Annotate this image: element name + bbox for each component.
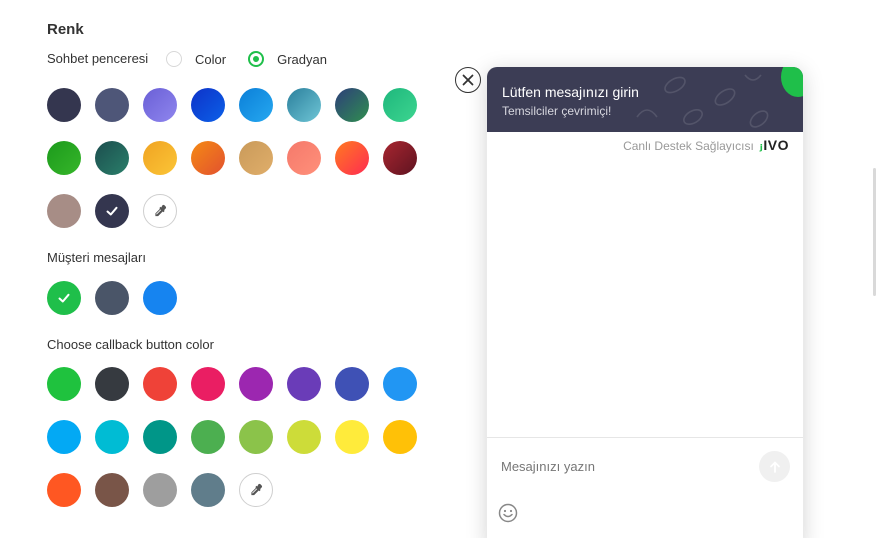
callback-button-swatch[interactable] — [191, 367, 225, 401]
chat-window-swatch[interactable] — [191, 88, 225, 122]
callback-button-swatch[interactable] — [95, 420, 129, 454]
chat-window-swatch[interactable] — [95, 88, 129, 122]
radio-gradient-circle[interactable] — [248, 51, 265, 67]
chat-widget-preview: Lütfen mesajınızı girin Temsilciler çevr… — [487, 67, 803, 538]
chat-window-swatch[interactable] — [287, 141, 321, 175]
chat-window-swatch[interactable] — [95, 141, 129, 175]
customer-messages-swatch[interactable] — [143, 281, 177, 315]
close-icon — [462, 74, 474, 86]
chat-widget-header: Lütfen mesajınızı girin Temsilciler çevr… — [487, 67, 803, 132]
callback-button-swatch[interactable] — [335, 367, 369, 401]
callback-button-swatch[interactable] — [95, 473, 129, 507]
callback-button-swatch[interactable] — [143, 473, 177, 507]
chat-window-swatch[interactable] — [47, 194, 81, 228]
chat-window-color-picker-button[interactable] — [143, 194, 177, 228]
chat-window-swatch[interactable] — [143, 141, 177, 175]
emoji-button[interactable] — [497, 502, 519, 524]
chat-widget-subtitle: Temsilciler çevrimiçi! — [502, 104, 612, 118]
callback-button-swatch[interactable] — [191, 420, 225, 454]
provider-text: Canlı Destek Sağlayıcısı — [623, 138, 754, 153]
jivo-logo: ⱼIVO — [759, 137, 789, 153]
close-preview-button[interactable] — [455, 67, 481, 93]
customer-messages-label: Müşteri mesajları — [47, 250, 146, 265]
chat-window-swatch[interactable] — [239, 88, 273, 122]
radio-color-label: Color — [195, 51, 227, 67]
chat-window-swatch[interactable] — [143, 88, 177, 122]
radio-color[interactable]: Color — [166, 51, 226, 67]
chat-widget-title: Lütfen mesajınızı girin — [502, 84, 639, 100]
radio-gradient[interactable]: Gradyan — [248, 51, 327, 67]
check-icon — [58, 293, 70, 303]
page-scrollbar[interactable] — [873, 168, 876, 296]
chat-window-swatch[interactable] — [335, 88, 369, 122]
chat-window-swatches — [47, 88, 417, 228]
callback-button-swatches — [47, 367, 417, 507]
callback-button-swatch[interactable] — [239, 367, 273, 401]
chat-window-label: Sohbet penceresi — [47, 51, 149, 66]
chat-window-swatch[interactable] — [335, 141, 369, 175]
callback-button-swatch[interactable] — [143, 367, 177, 401]
eyedropper-icon — [155, 205, 166, 217]
chat-window-swatch[interactable] — [383, 141, 417, 175]
arrow-up-icon — [769, 461, 780, 473]
radio-color-circle[interactable] — [166, 51, 182, 67]
callback-button-swatch[interactable] — [287, 420, 321, 454]
customer-messages-swatch[interactable] — [95, 281, 129, 315]
callback-button-swatch[interactable] — [287, 367, 321, 401]
callback-button-swatch[interactable] — [95, 367, 129, 401]
chat-window-swatch[interactable] — [95, 194, 129, 228]
provider-credit[interactable]: Canlı Destek Sağlayıcısı ⱼIVO — [623, 137, 789, 154]
callback-button-swatch[interactable] — [143, 420, 177, 454]
send-button[interactable] — [759, 451, 790, 482]
callback-button-swatch[interactable] — [191, 473, 225, 507]
color-mode-radio-group: Color Gradyan — [166, 51, 349, 67]
customer-messages-swatches — [47, 281, 417, 315]
callback-button-swatch[interactable] — [383, 367, 417, 401]
callback-button-swatch[interactable] — [335, 420, 369, 454]
callback-button-label: Choose callback button color — [47, 337, 214, 352]
section-title: Renk — [47, 21, 84, 38]
callback-button-swatch[interactable] — [239, 420, 273, 454]
chat-window-swatch[interactable] — [191, 141, 225, 175]
eyedropper-icon — [251, 484, 262, 496]
chat-window-swatch[interactable] — [383, 88, 417, 122]
callback-button-swatch[interactable] — [383, 420, 417, 454]
radio-gradient-label: Gradyan — [277, 51, 327, 67]
customer-messages-swatch[interactable] — [47, 281, 81, 315]
chat-window-swatch[interactable] — [47, 141, 81, 175]
callback-button-color-picker-button[interactable] — [239, 473, 273, 507]
chat-window-swatch[interactable] — [239, 141, 273, 175]
smiley-icon — [498, 503, 518, 523]
chat-window-swatch[interactable] — [47, 88, 81, 122]
callback-button-swatch[interactable] — [47, 367, 81, 401]
callback-button-swatch[interactable] — [47, 473, 81, 507]
callback-button-swatch[interactable] — [47, 420, 81, 454]
check-icon — [106, 206, 118, 216]
message-input[interactable] — [501, 459, 741, 474]
message-composer — [487, 437, 803, 538]
chat-window-swatch[interactable] — [287, 88, 321, 122]
